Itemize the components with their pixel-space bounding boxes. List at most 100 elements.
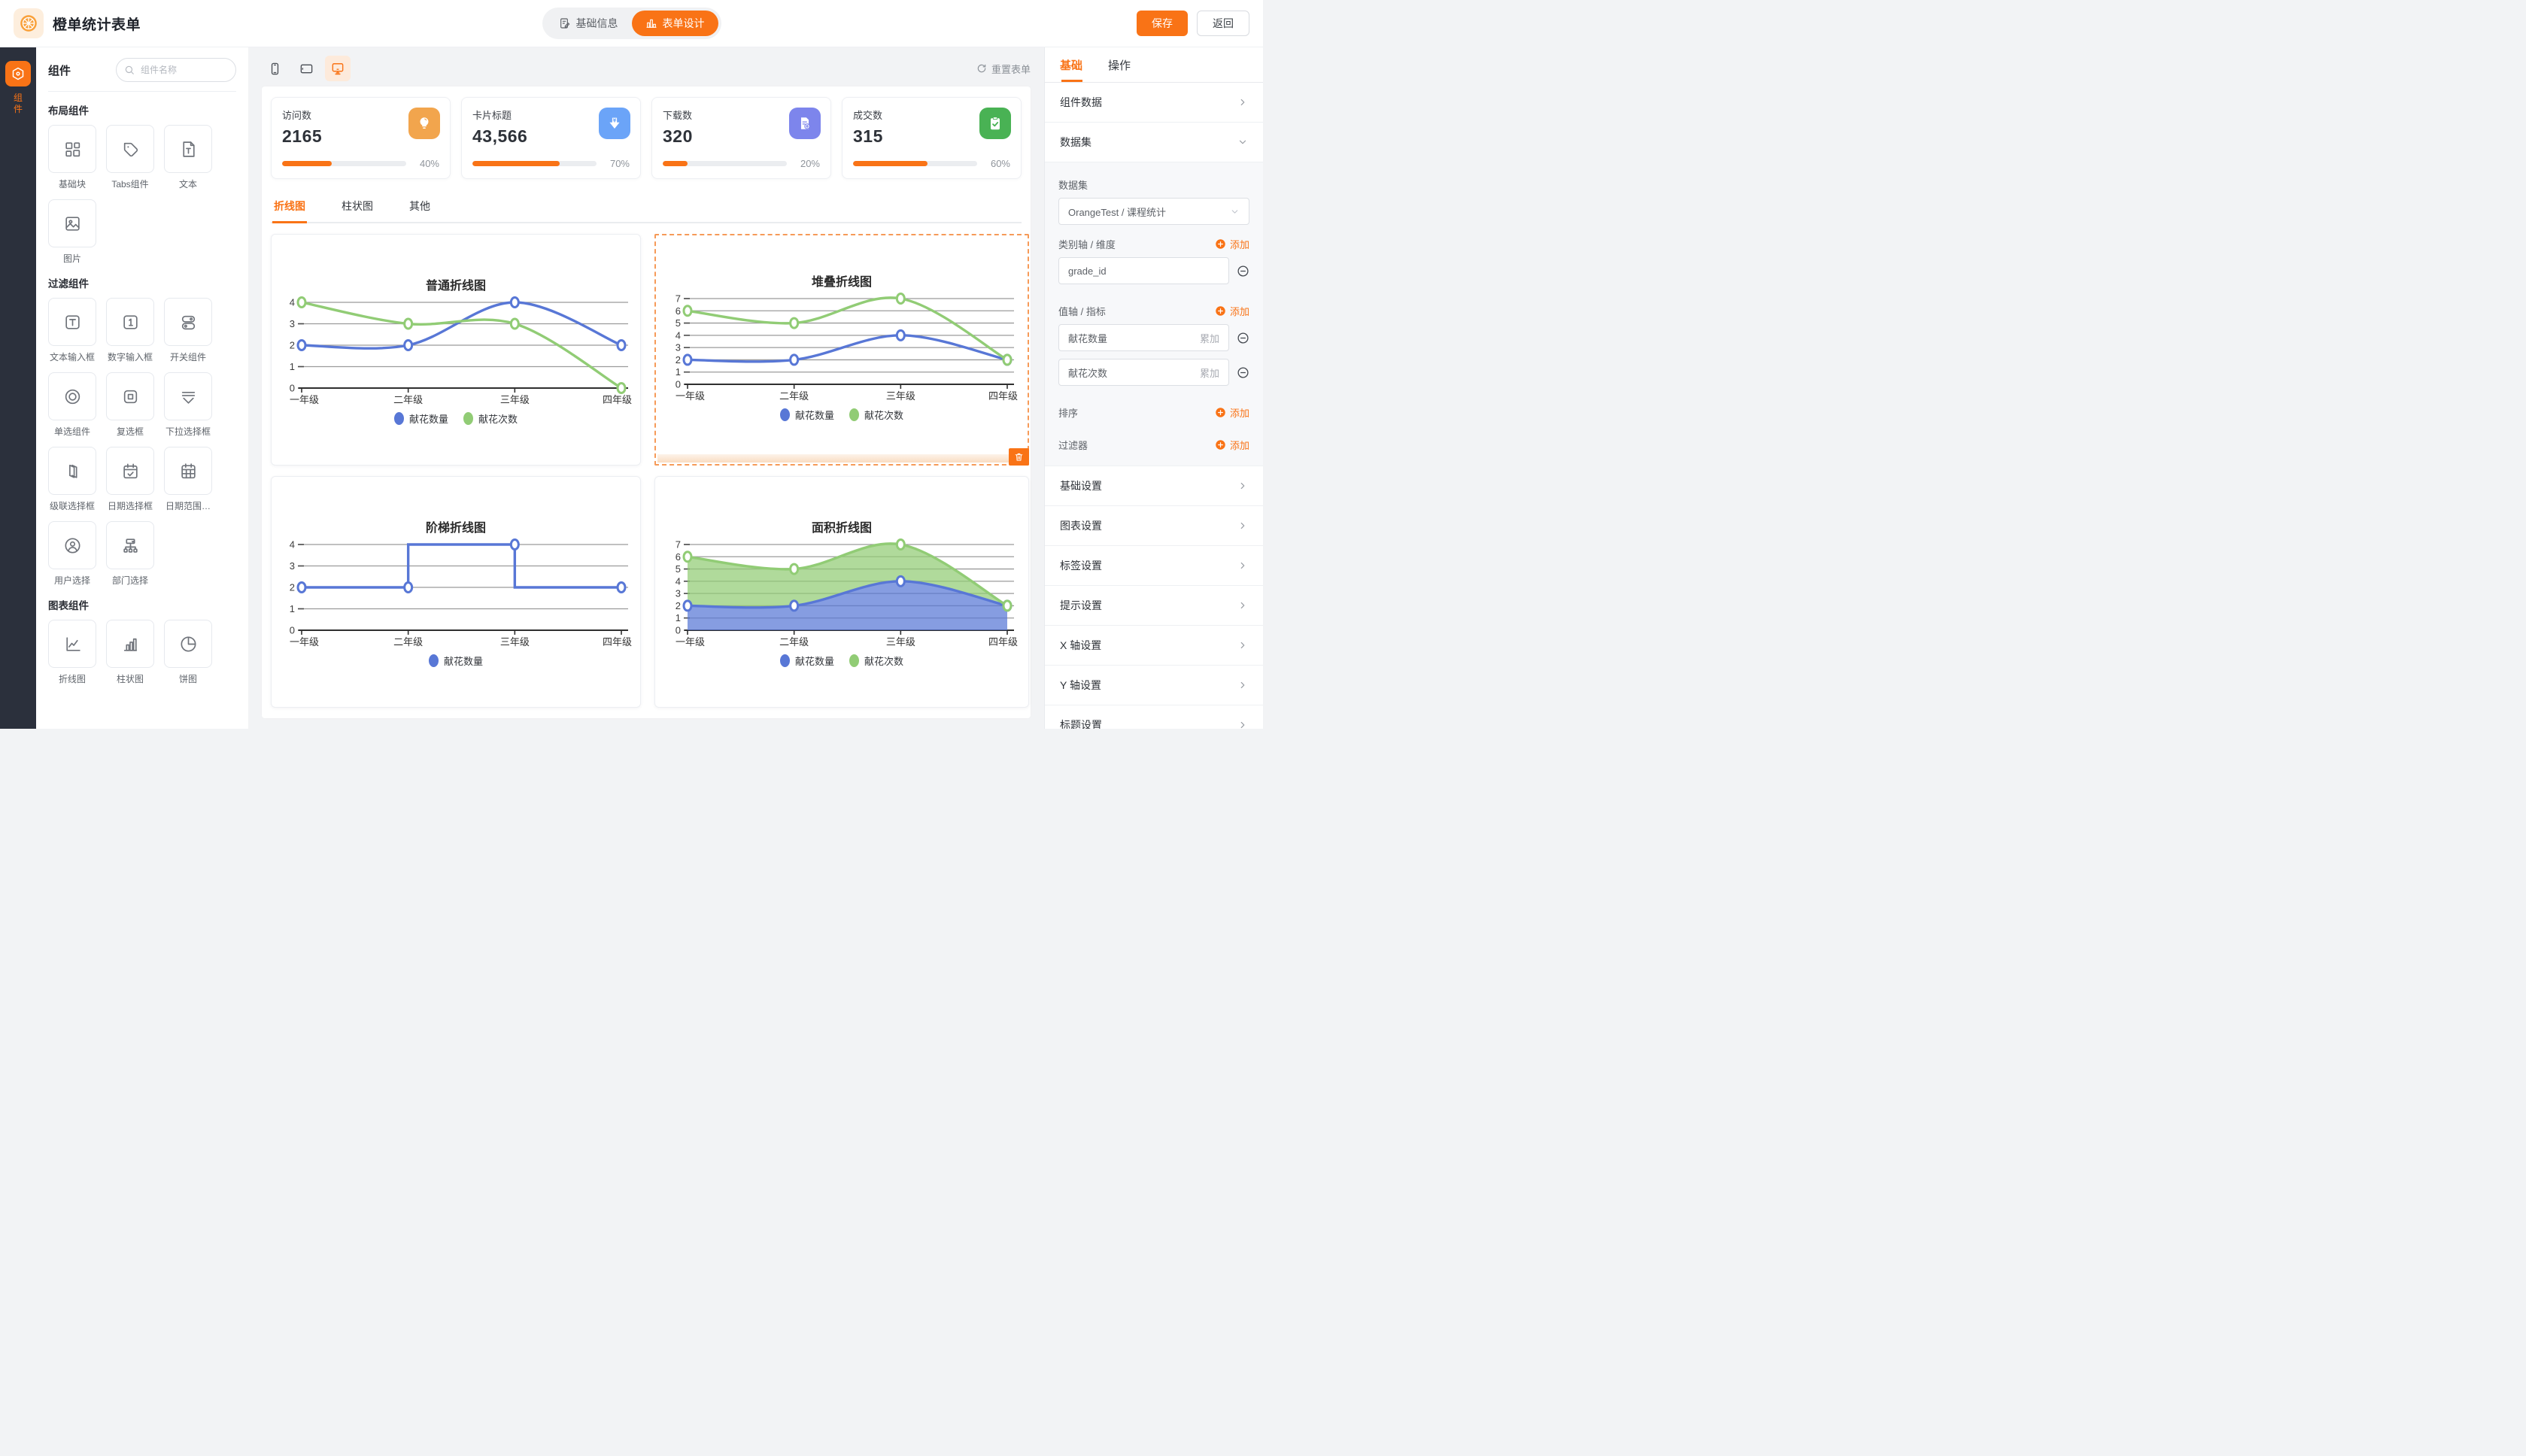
aggregation-badge[interactable]: 累加: [1200, 331, 1219, 345]
selected-widget-wrapper[interactable]: 堆叠折线图 01234567一年级二年级三年级四年级 献花数量 献花次数: [654, 234, 1029, 466]
normal-line-chart: 01234一年级二年级三年级四年级: [279, 296, 633, 409]
component-item-text[interactable]: 文本: [164, 125, 212, 190]
remove-value-button[interactable]: [1237, 366, 1249, 379]
device-phone-button[interactable]: [262, 56, 287, 81]
component-item-tabs[interactable]: Tabs组件: [106, 125, 154, 190]
component-item-radio[interactable]: 单选组件: [48, 372, 96, 438]
add-value-button[interactable]: 添加: [1215, 304, 1249, 318]
tab-form-design[interactable]: 表单设计: [632, 11, 718, 36]
save-button[interactable]: 保存: [1137, 11, 1188, 36]
stat-card-title[interactable]: 卡片标题 43,566 ¥ 70%: [461, 97, 641, 179]
stat-card-visits[interactable]: 访问数 2165 40%: [271, 97, 451, 179]
tab-basic-info[interactable]: 基础信息: [545, 11, 632, 36]
component-item-date-range[interactable]: 日期范围…: [164, 447, 212, 512]
device-tablet-button[interactable]: [293, 56, 319, 81]
settings-row-title[interactable]: 标题设置: [1045, 705, 1263, 729]
delete-widget-button[interactable]: [1009, 448, 1029, 466]
form-canvas[interactable]: 访问数 2165 40% 卡片标题 43,566 ¥: [262, 86, 1031, 718]
legend-item[interactable]: 献花数量: [780, 408, 834, 422]
settings-row-chart[interactable]: 图表设置: [1045, 506, 1263, 546]
svg-text:1: 1: [676, 366, 681, 378]
chevron-down-icon: [1237, 137, 1248, 147]
legend-item[interactable]: 献花次数: [849, 408, 903, 422]
component-item-checkbox[interactable]: 复选框: [106, 372, 154, 438]
tab-bar-charts[interactable]: 柱状图: [340, 191, 375, 222]
stat-card-downloads[interactable]: 下载数 320 20%: [651, 97, 831, 179]
component-item-dept-select[interactable]: 部门选择: [106, 521, 154, 587]
category-field-grade-id[interactable]: grade_id: [1058, 257, 1229, 284]
number-input-icon: [121, 313, 140, 332]
plus-circle-icon: [1215, 439, 1226, 450]
chevron-right-icon: [1237, 600, 1248, 611]
component-item-block[interactable]: 基础块: [48, 125, 96, 190]
legend-item[interactable]: 献花数量: [394, 411, 448, 426]
canvas-toolbar: 重置表单: [262, 53, 1031, 83]
settings-row-basic[interactable]: 基础设置: [1045, 466, 1263, 506]
add-filter-button[interactable]: 添加: [1215, 438, 1249, 452]
inspector-tab-action[interactable]: 操作: [1108, 47, 1131, 82]
svg-text:3: 3: [290, 560, 295, 572]
component-item-bar-chart[interactable]: 柱状图: [106, 620, 154, 685]
tab-other-charts[interactable]: 其他: [408, 191, 432, 222]
plus-circle-icon: [1215, 238, 1226, 250]
back-button[interactable]: 返回: [1197, 11, 1249, 36]
user-icon: [63, 536, 82, 555]
component-item-text-input[interactable]: 文本输入框: [48, 298, 96, 363]
svg-text:一年级: 一年级: [290, 636, 319, 648]
component-item-line-chart[interactable]: 折线图: [48, 620, 96, 685]
legend-item[interactable]: 献花数量: [429, 654, 483, 668]
aggregation-badge[interactable]: 累加: [1200, 366, 1219, 380]
legend-label: 献花次数: [864, 408, 903, 422]
tab-line-charts[interactable]: 折线图: [272, 191, 307, 222]
svg-text:6: 6: [676, 305, 681, 316]
component-item-switch[interactable]: 开关组件: [164, 298, 212, 363]
svg-text:四年级: 四年级: [988, 636, 1018, 648]
add-category-button[interactable]: 添加: [1215, 237, 1249, 251]
stat-card-deals[interactable]: 成交数 315 60%: [842, 97, 1022, 179]
app-header: 橙单统计表单 基础信息 表单设计 保存 返回: [0, 0, 1263, 47]
chart-widget-normal-line[interactable]: 普通折线图 01234一年级二年级三年级四年级 献花数量 献花次数: [271, 234, 641, 466]
svg-text:4: 4: [676, 575, 681, 587]
component-item-date-picker[interactable]: 日期选择框: [106, 447, 154, 512]
component-item-pie-chart[interactable]: 饼图: [164, 620, 212, 685]
settings-row-label[interactable]: 标签设置: [1045, 546, 1263, 586]
rail-components-button[interactable]: [5, 61, 31, 86]
settings-label: 标签设置: [1060, 558, 1102, 573]
device-desktop-button[interactable]: [325, 56, 351, 81]
settings-row-xaxis[interactable]: X 轴设置: [1045, 626, 1263, 666]
legend-label: 献花数量: [795, 654, 834, 668]
add-sort-button[interactable]: 添加: [1215, 405, 1249, 420]
component-item-image[interactable]: 图片: [48, 199, 96, 265]
settings-row-yaxis[interactable]: Y 轴设置: [1045, 666, 1263, 705]
dataset-select[interactable]: OrangeTest / 课程统计: [1058, 198, 1249, 225]
inspector-tab-basic[interactable]: 基础: [1060, 47, 1082, 82]
chevron-right-icon: [1237, 97, 1248, 108]
component-panel-title: 组件: [48, 62, 71, 78]
progress-track: [282, 161, 406, 166]
component-item-select[interactable]: 下拉选择框: [164, 372, 212, 438]
chart-widget-stacked-line[interactable]: 堆叠折线图 01234567一年级二年级三年级四年级 献花数量 献花次数: [657, 237, 1026, 454]
remove-category-button[interactable]: [1237, 265, 1249, 278]
legend-swatch: [394, 412, 404, 425]
legend-item[interactable]: 献花次数: [849, 654, 903, 668]
reset-form-button[interactable]: 重置表单: [976, 62, 1031, 76]
chart-widget-area-line[interactable]: 面积折线图 01234567一年级二年级三年级四年级 献花数量 献花次数: [654, 476, 1029, 708]
legend-item[interactable]: 献花数量: [780, 654, 834, 668]
legend-item[interactable]: 献花次数: [463, 411, 518, 426]
dataset-section-row[interactable]: 数据集: [1045, 123, 1263, 162]
component-search-input[interactable]: [139, 64, 228, 76]
component-item-cascader[interactable]: 级联选择框: [48, 447, 96, 512]
value-field-flower-count[interactable]: 献花数量 累加: [1058, 324, 1229, 351]
component-item-user-select[interactable]: 用户选择: [48, 521, 96, 587]
component-item-number-input[interactable]: 数字输入框: [106, 298, 154, 363]
value-field-flower-times[interactable]: 献花次数 累加: [1058, 359, 1229, 386]
chart-widget-step-line[interactable]: 阶梯折线图 01234一年级二年级三年级四年级 献花数量: [271, 476, 641, 708]
category-axis-label: 类别轴 / 维度: [1058, 237, 1116, 251]
blocks-icon: [63, 140, 82, 159]
chart-title: 堆叠折线图: [812, 271, 872, 290]
settings-row-tooltip[interactable]: 提示设置: [1045, 586, 1263, 626]
component-search[interactable]: [116, 58, 236, 82]
bar-chart-icon: [645, 17, 657, 29]
remove-value-button[interactable]: [1237, 332, 1249, 344]
component-data-row[interactable]: 组件数据: [1045, 83, 1263, 123]
